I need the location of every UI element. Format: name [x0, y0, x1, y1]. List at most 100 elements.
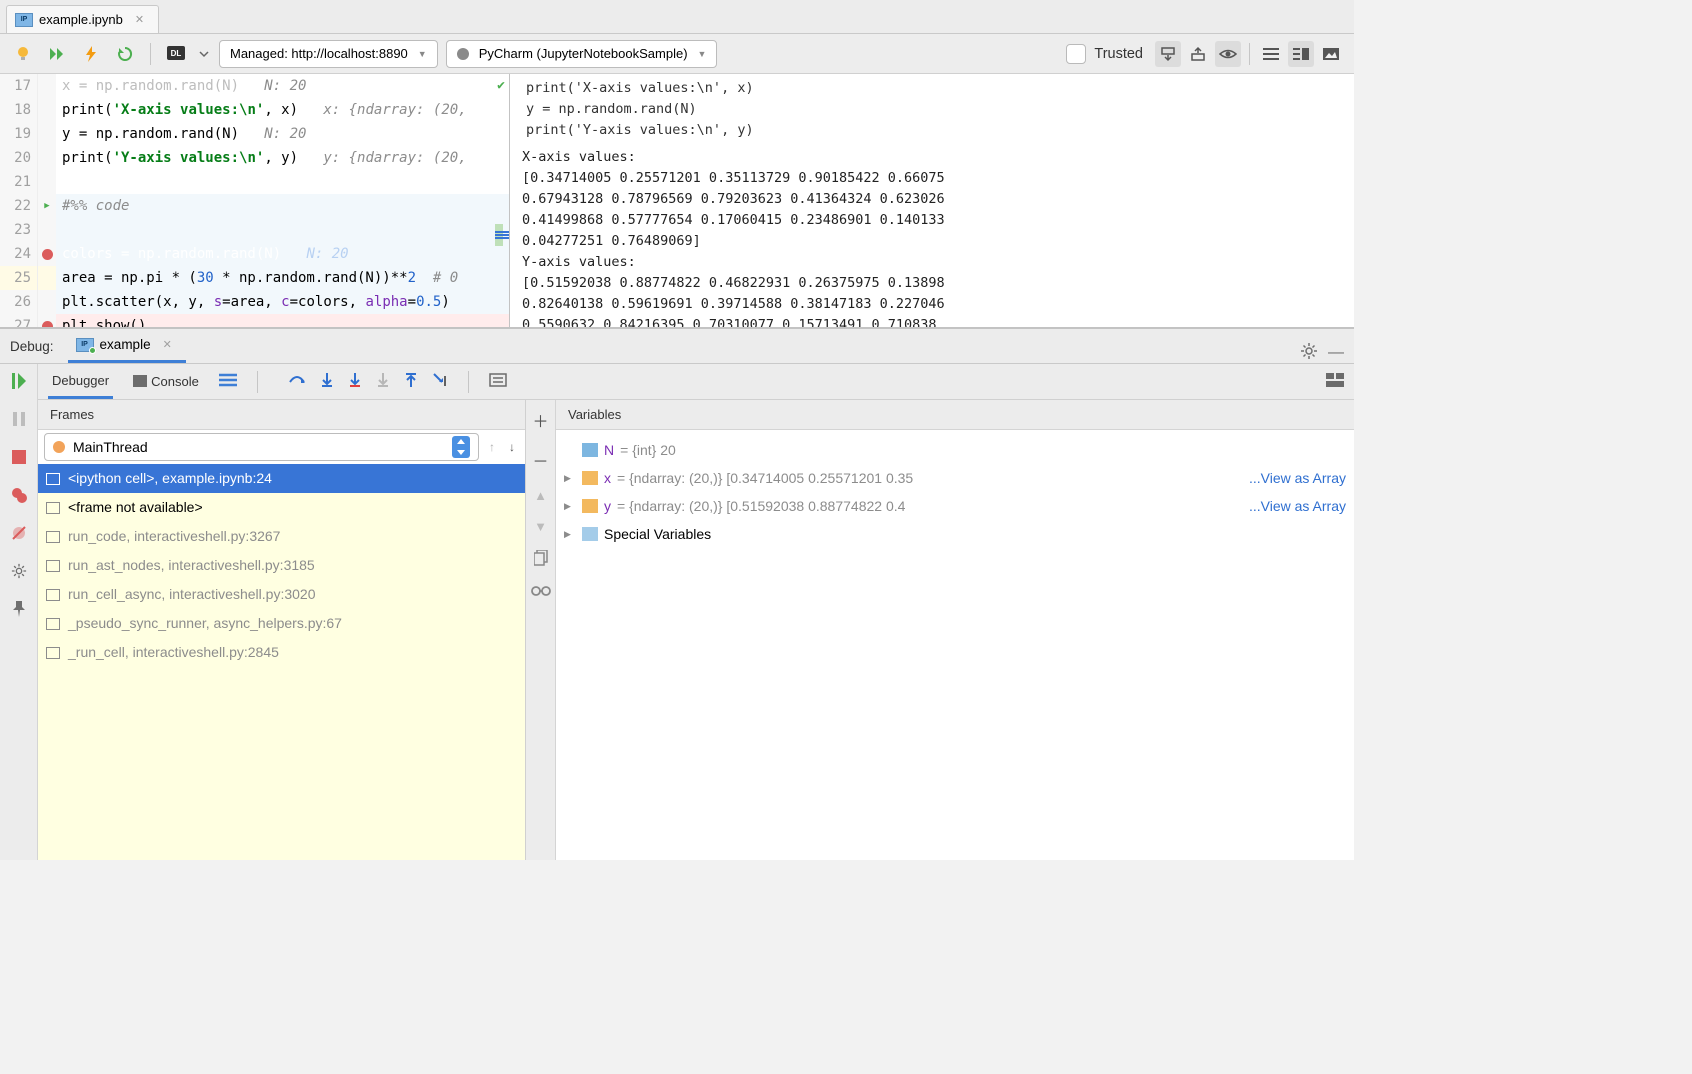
insert-above-icon[interactable] — [1185, 41, 1211, 67]
gutter-marker[interactable] — [38, 290, 56, 314]
gutter-marker[interactable] — [38, 74, 56, 98]
mute-breakpoints-icon[interactable] — [8, 522, 30, 544]
variable-row[interactable]: ▶y = {ndarray: (20,)} [0.51592038 0.8877… — [564, 492, 1346, 520]
gutter-marker[interactable] — [38, 146, 56, 170]
frame-item[interactable]: run_ast_nodes, interactiveshell.py:3185 — [38, 551, 525, 580]
code-line[interactable]: 21 — [0, 170, 509, 194]
trusted-checkbox[interactable] — [1066, 44, 1086, 64]
remove-watch-icon[interactable]: － — [532, 448, 548, 472]
code-text: plt.show() — [56, 314, 146, 327]
frame-item[interactable]: <ipython cell>, example.ipynb:24 — [38, 464, 525, 493]
code-line[interactable]: 25area = np.pi * (30 * np.random.rand(N)… — [0, 266, 509, 290]
frame-item[interactable]: _pseudo_sync_runner, async_helpers.py:67 — [38, 609, 525, 638]
breakpoints-icon[interactable] — [8, 484, 30, 506]
down-icon[interactable]: ▼ — [534, 519, 547, 534]
bolt-icon[interactable] — [78, 41, 104, 67]
lines-icon[interactable] — [1258, 41, 1284, 67]
cell-handle-icon[interactable] — [495, 224, 507, 250]
copy-icon[interactable] — [534, 550, 548, 569]
gutter-marker[interactable] — [38, 314, 56, 327]
add-watch-icon[interactable]: ＋ — [532, 408, 548, 432]
tab-console[interactable]: Console — [129, 366, 203, 397]
frame-item[interactable]: run_cell_async, interactiveshell.py:3020 — [38, 580, 525, 609]
resume-icon[interactable] — [8, 370, 30, 392]
var-type-icon — [582, 471, 598, 485]
code-line[interactable]: 27plt.show() — [0, 314, 509, 327]
breakpoint-icon[interactable] — [42, 249, 53, 260]
gutter-marker[interactable] — [38, 122, 56, 146]
split-icon[interactable] — [1288, 41, 1314, 67]
step-into-icon[interactable] — [320, 372, 334, 391]
gutter-marker[interactable] — [38, 266, 56, 290]
evaluate-icon[interactable] — [489, 373, 507, 390]
variable-row[interactable]: ▶Special Variables — [564, 520, 1346, 548]
code-line[interactable]: 19y = np.random.rand(N) N: 20 — [0, 122, 509, 146]
breakpoint-icon[interactable] — [42, 321, 53, 328]
frame-item[interactable]: _run_cell, interactiveshell.py:2845 — [38, 638, 525, 667]
gutter-marker[interactable]: ▶ — [38, 194, 56, 218]
line-number: 18 — [0, 98, 38, 122]
cell-run-icon[interactable]: ▶ — [44, 194, 49, 218]
expand-icon[interactable]: ▶ — [564, 464, 576, 492]
next-frame-icon[interactable]: ↓ — [505, 440, 519, 454]
expand-icon[interactable]: ▶ — [564, 492, 576, 520]
gear-icon[interactable] — [1300, 342, 1318, 363]
code-line[interactable]: 26plt.scatter(x, y, s=area, c=colors, al… — [0, 290, 509, 314]
frames-list[interactable]: <ipython cell>, example.ipynb:24<frame n… — [38, 464, 525, 860]
insert-below-icon[interactable] — [1155, 41, 1181, 67]
svg-text:DL: DL — [171, 49, 182, 58]
frame-item[interactable]: run_code, interactiveshell.py:3267 — [38, 522, 525, 551]
code-line[interactable]: 17x = np.random.rand(N) N: 20 — [0, 74, 509, 98]
code-editor[interactable]: ✔ 17x = np.random.rand(N) N: 2018print('… — [0, 74, 510, 327]
dl-icon[interactable]: DL — [163, 41, 189, 67]
layout-icon[interactable] — [1326, 373, 1344, 390]
code-line[interactable]: 22▶#%% code — [0, 194, 509, 218]
debug-tab-example[interactable]: IP example ✕ — [68, 331, 186, 363]
restart-icon[interactable] — [112, 41, 138, 67]
gear-icon[interactable] — [8, 560, 30, 582]
pin-icon[interactable] — [8, 598, 30, 620]
stop-icon[interactable] — [8, 446, 30, 468]
prev-frame-icon[interactable]: ↑ — [485, 440, 499, 454]
expand-icon[interactable]: ▶ — [564, 520, 576, 548]
output-pane[interactable]: print('X-axis values:\n', x)y = np.rando… — [510, 74, 1354, 327]
gutter-marker[interactable] — [38, 242, 56, 266]
gutter-marker[interactable] — [38, 170, 56, 194]
pause-icon[interactable] — [8, 408, 30, 430]
frame-label: run_ast_nodes, interactiveshell.py:3185 — [68, 551, 315, 580]
gutter-marker[interactable] — [38, 98, 56, 122]
frame-label: <frame not available> — [68, 493, 203, 522]
variables-list[interactable]: N = {int} 20▶x = {ndarray: (20,)} [0.347… — [556, 430, 1354, 860]
view-as-array-link[interactable]: ...View as Array — [1249, 464, 1346, 492]
thread-select[interactable]: MainThread — [44, 433, 479, 461]
code-line[interactable]: 20print('Y-axis values:\n', y) y: {ndarr… — [0, 146, 509, 170]
run-all-icon[interactable] — [44, 41, 70, 67]
minimize-icon[interactable]: — — [1328, 344, 1344, 362]
kernel-select[interactable]: PyCharm (JupyterNotebookSample) ▼ — [446, 40, 718, 68]
image-icon[interactable] — [1318, 41, 1344, 67]
gutter-marker[interactable] — [38, 218, 56, 242]
variable-row[interactable]: N = {int} 20 — [564, 436, 1346, 464]
step-into-my-icon[interactable] — [348, 372, 362, 391]
close-icon[interactable]: ✕ — [135, 13, 144, 26]
variable-row[interactable]: ▶x = {ndarray: (20,)} [0.34714005 0.2557… — [564, 464, 1346, 492]
view-icon[interactable] — [1215, 41, 1241, 67]
run-to-cursor-icon[interactable] — [432, 372, 448, 391]
code-line[interactable]: 24colors = np.random.rand(N) N: 20 — [0, 242, 509, 266]
file-tab[interactable]: IP example.ipynb ✕ — [6, 5, 159, 33]
frame-item[interactable]: <frame not available> — [38, 493, 525, 522]
stepper-icon[interactable] — [452, 436, 470, 458]
tab-debugger[interactable]: Debugger — [48, 365, 113, 399]
step-out-icon[interactable] — [404, 372, 418, 391]
code-line[interactable]: 18print('X-axis values:\n', x) x: {ndarr… — [0, 98, 509, 122]
close-icon[interactable]: ✕ — [163, 338, 172, 351]
glasses-icon[interactable] — [531, 585, 551, 600]
server-select[interactable]: Managed: http://localhost:8890 ▼ — [219, 40, 438, 68]
view-as-array-link[interactable]: ...View as Array — [1249, 492, 1346, 520]
threads-icon[interactable] — [219, 373, 237, 390]
lightbulb-icon[interactable] — [10, 41, 36, 67]
step-over-icon[interactable] — [288, 372, 306, 391]
chevron-down-icon[interactable] — [197, 41, 211, 67]
up-icon[interactable]: ▲ — [534, 488, 547, 503]
code-line[interactable]: 23 — [0, 218, 509, 242]
